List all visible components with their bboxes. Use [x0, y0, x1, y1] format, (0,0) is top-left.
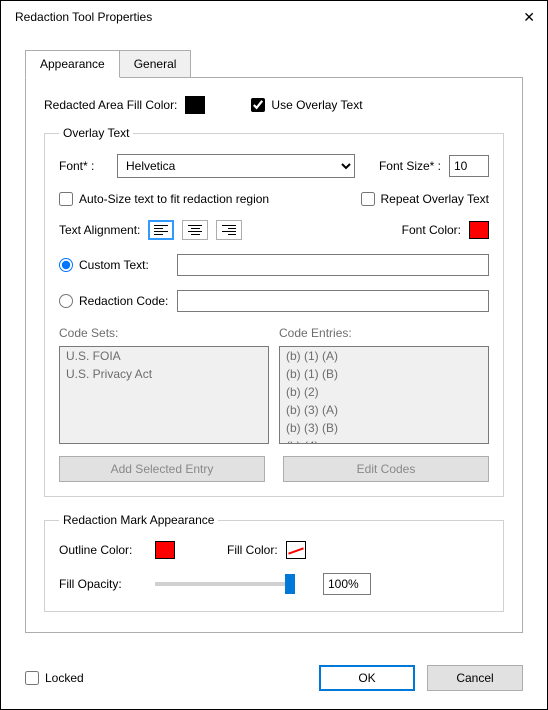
list-item[interactable]: (b) (1) (B)	[280, 365, 488, 383]
custom-text-label: Custom Text:	[79, 258, 149, 272]
edit-codes-button: Edit Codes	[283, 456, 489, 482]
redaction-code-radio[interactable]	[59, 294, 73, 308]
list-item[interactable]: (b) (1) (A)	[280, 347, 488, 365]
font-size-label: Font Size* :	[379, 159, 441, 173]
repeat-checkbox[interactable]	[361, 192, 375, 206]
font-size-input[interactable]	[449, 155, 489, 177]
mark-appearance-group: Redaction Mark Appearance Outline Color:…	[44, 513, 504, 612]
tab-panel-appearance: Redacted Area Fill Color: Use Overlay Te…	[25, 77, 523, 633]
overlay-legend: Overlay Text	[59, 126, 133, 140]
fill-color-label: Redacted Area Fill Color:	[44, 98, 177, 112]
align-center-button[interactable]	[182, 220, 208, 240]
align-left-button[interactable]	[148, 220, 174, 240]
locked-checkbox[interactable]	[25, 671, 39, 685]
list-item[interactable]: (b) (4)	[280, 437, 488, 444]
mark-legend: Redaction Mark Appearance	[59, 513, 218, 527]
use-overlay-label: Use Overlay Text	[271, 98, 362, 112]
ok-button[interactable]: OK	[319, 665, 415, 691]
autosize-checkbox[interactable]	[59, 192, 73, 206]
outline-color-swatch[interactable]	[155, 541, 175, 559]
dialog-body: Appearance General Redacted Area Fill Co…	[1, 33, 547, 657]
font-label: Font* :	[59, 159, 109, 173]
fill-color-swatch[interactable]	[185, 96, 205, 114]
dialog-window: Redaction Tool Properties ✕ Appearance G…	[0, 0, 548, 710]
titlebar: Redaction Tool Properties ✕	[1, 1, 547, 33]
redaction-code-input	[177, 290, 489, 312]
code-entries-label: Code Entries:	[279, 326, 489, 340]
overlay-text-group: Overlay Text Font* : Helvetica Font Size…	[44, 126, 504, 497]
outline-color-label: Outline Color:	[59, 543, 147, 557]
cancel-button[interactable]: Cancel	[427, 665, 523, 691]
repeat-checkbox-wrap[interactable]: Repeat Overlay Text	[361, 192, 490, 206]
use-overlay-checkbox[interactable]	[251, 98, 265, 112]
use-overlay-checkbox-wrap[interactable]: Use Overlay Text	[251, 98, 362, 112]
code-entries-listbox[interactable]: (b) (1) (A)(b) (1) (B)(b) (2)(b) (3) (A)…	[279, 346, 489, 444]
tab-strip: Appearance General	[25, 49, 523, 77]
autosize-checkbox-wrap[interactable]: Auto-Size text to fit redaction region	[59, 192, 269, 206]
font-color-swatch[interactable]	[469, 221, 489, 239]
add-entry-button: Add Selected Entry	[59, 456, 265, 482]
list-item[interactable]: (b) (3) (A)	[280, 401, 488, 419]
code-sets-label: Code Sets:	[59, 326, 269, 340]
font-select[interactable]: Helvetica	[117, 154, 355, 178]
close-icon[interactable]: ✕	[523, 9, 535, 26]
tab-general[interactable]: General	[120, 50, 192, 78]
locked-checkbox-wrap[interactable]: Locked	[25, 671, 84, 685]
font-color-label: Font Color:	[402, 223, 461, 237]
autosize-label: Auto-Size text to fit redaction region	[79, 192, 269, 206]
list-item[interactable]: (b) (3) (B)	[280, 419, 488, 437]
repeat-label: Repeat Overlay Text	[381, 192, 490, 206]
tab-appearance[interactable]: Appearance	[25, 50, 120, 78]
mark-fill-label: Fill Color:	[227, 543, 278, 557]
opacity-input[interactable]	[323, 573, 371, 595]
custom-text-radio[interactable]	[59, 258, 73, 272]
align-right-button[interactable]	[216, 220, 242, 240]
list-item[interactable]: U.S. Privacy Act	[60, 365, 268, 383]
custom-text-radio-wrap[interactable]: Custom Text:	[59, 258, 169, 272]
dialog-footer: Locked OK Cancel	[1, 657, 547, 709]
alignment-label: Text Alignment:	[59, 223, 140, 237]
window-title: Redaction Tool Properties	[15, 10, 523, 24]
code-lists: Code Sets: U.S. FOIAU.S. Privacy Act Cod…	[59, 326, 489, 444]
custom-text-input[interactable]	[177, 254, 489, 276]
opacity-slider[interactable]	[155, 582, 295, 586]
mark-fill-swatch[interactable]	[286, 541, 306, 559]
redaction-code-label: Redaction Code:	[79, 294, 168, 308]
list-item[interactable]: U.S. FOIA	[60, 347, 268, 365]
locked-label: Locked	[45, 671, 84, 685]
code-sets-listbox[interactable]: U.S. FOIAU.S. Privacy Act	[59, 346, 269, 444]
redaction-code-radio-wrap[interactable]: Redaction Code:	[59, 294, 169, 308]
list-item[interactable]: (b) (2)	[280, 383, 488, 401]
opacity-label: Fill Opacity:	[59, 577, 147, 591]
